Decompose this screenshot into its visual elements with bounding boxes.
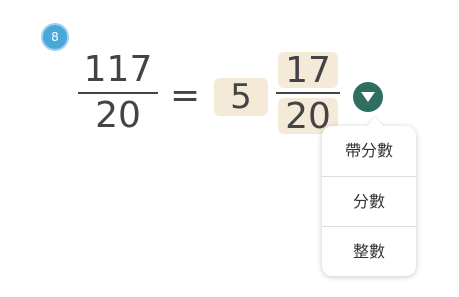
- improper-fraction: 117 20: [78, 50, 158, 136]
- fraction-bar: [78, 92, 158, 94]
- menu-item-mixed-number[interactable]: 帶分數: [322, 126, 416, 176]
- mixed-fraction-part: 17 20: [276, 52, 340, 136]
- menu-item-integer[interactable]: 整數: [322, 226, 416, 276]
- menu-item-fraction[interactable]: 分數: [322, 176, 416, 226]
- fraction-bar: [276, 92, 340, 94]
- numerator-answer-box[interactable]: 17: [278, 52, 338, 90]
- whole-number-answer-box[interactable]: 5: [214, 78, 268, 116]
- equals-sign: =: [170, 75, 201, 116]
- question-number-badge: 8: [41, 23, 69, 51]
- triangle-down-icon: [361, 92, 375, 102]
- menu-caret: [366, 117, 384, 127]
- fraction-denominator: 20: [95, 95, 141, 136]
- format-menu: 帶分數 分數 整數: [322, 117, 416, 276]
- format-dropdown-button[interactable]: [353, 82, 383, 112]
- fraction-numerator: 117: [83, 49, 153, 90]
